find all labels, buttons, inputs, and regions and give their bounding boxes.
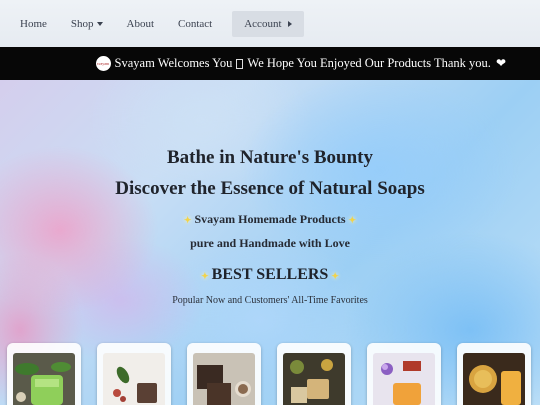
nav-shop-label: Shop <box>70 17 94 30</box>
product-card-row <box>0 343 540 405</box>
nav-account[interactable]: Account <box>232 10 304 37</box>
product-image-honey-soap <box>463 353 525 405</box>
product-image-white-soap <box>103 353 165 405</box>
sparkle-icon: ✦ <box>348 215 357 225</box>
product-image-orange-soap <box>373 353 435 405</box>
heart-icon: ❤ <box>495 56 506 70</box>
hero-subtitle-2: pure and Handmade with Love <box>190 236 350 250</box>
product-image-herbal-soap <box>283 353 345 405</box>
sparkle-icon: ✦ <box>201 271 209 281</box>
announcement-text-b: We Hope You Enjoyed Our Products Thank y… <box>247 56 491 70</box>
best-sellers-text: BEST SELLERS <box>211 266 329 283</box>
brand-logo-icon: svayam <box>95 56 111 71</box>
hero-headline-2: Discover the Essence of Natural Soaps <box>115 178 425 199</box>
product-card[interactable] <box>187 343 261 405</box>
product-card[interactable] <box>367 343 441 405</box>
best-sellers-heading: ✦ BEST SELLERS ✦ <box>0 266 540 284</box>
nav-links: Home Shop About Contact Account <box>0 0 304 47</box>
hero-subtitle-1-text: Svayam Homemade Products <box>194 212 346 226</box>
product-card[interactable] <box>97 343 171 405</box>
hero-subtitle-1: ✦ Svayam Homemade Products ✦ <box>0 212 540 227</box>
product-image-green-soap <box>13 353 75 405</box>
announcement-text-a: Svayam Welcomes You <box>114 56 233 70</box>
nav-about-label: About <box>126 17 155 30</box>
caret-right-icon <box>287 20 292 27</box>
top-navbar: Home Shop About Contact Account <box>0 0 540 47</box>
product-image-charcoal-soap <box>193 353 255 405</box>
sparkle-icon: ✦ <box>183 215 192 225</box>
best-sellers-subtitle: Popular Now and Customers' All-Time Favo… <box>172 295 368 306</box>
nav-home-label: Home <box>20 17 47 30</box>
nav-about[interactable]: About <box>115 11 167 37</box>
nav-account-label: Account <box>244 17 282 30</box>
announcement-bar: svayam Svayam Welcomes You We Hope You E… <box>0 47 540 80</box>
product-card[interactable] <box>7 343 81 405</box>
sparkle-icon: ✦ <box>331 271 339 281</box>
nav-contact-label: Contact <box>178 17 213 30</box>
product-card[interactable] <box>277 343 351 405</box>
missing-glyph-icon <box>236 58 244 69</box>
hero-headline-1: Bathe in Nature's Bounty <box>166 147 374 168</box>
nav-contact[interactable]: Contact <box>166 11 224 37</box>
product-card[interactable] <box>457 343 531 405</box>
caret-down-icon <box>96 21 103 26</box>
nav-home[interactable]: Home <box>8 11 59 37</box>
nav-shop[interactable]: Shop <box>59 11 115 37</box>
